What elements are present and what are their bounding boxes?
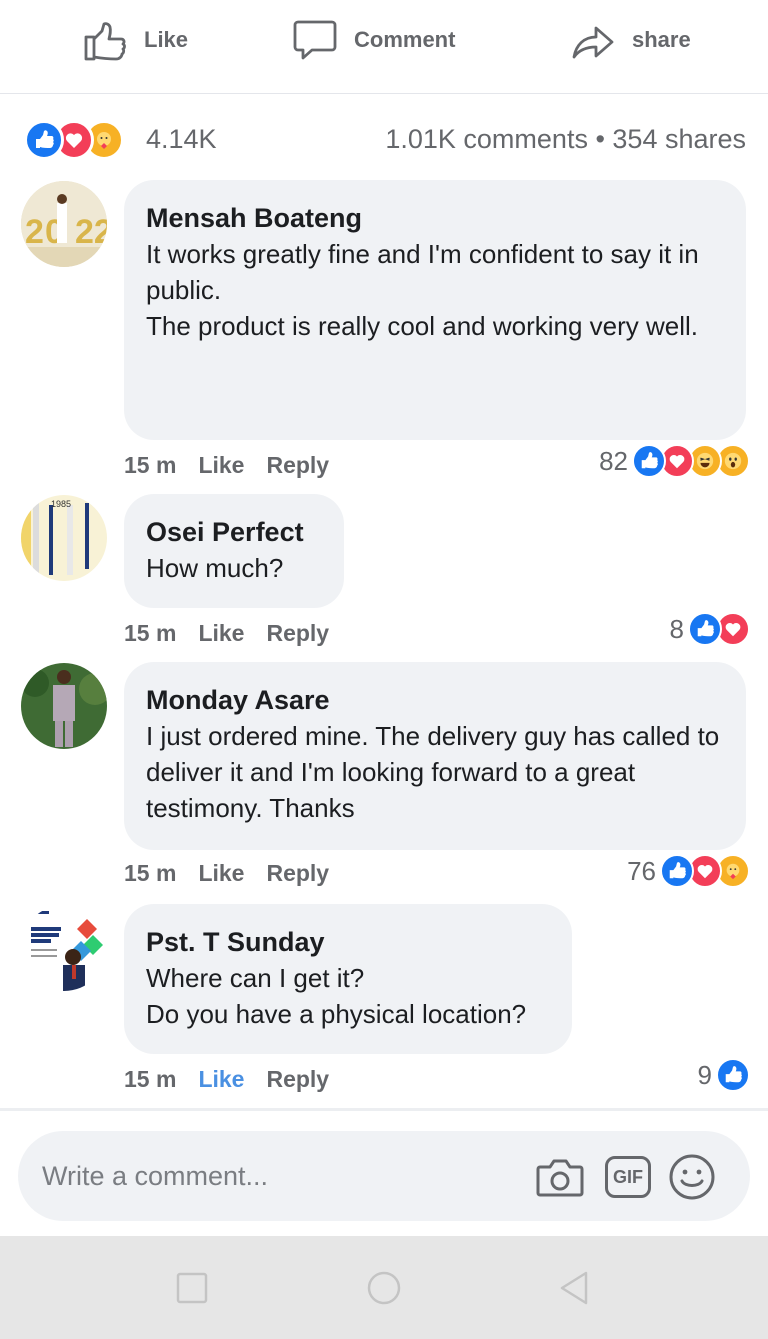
comment-author[interactable]: Osei Perfect: [146, 514, 322, 550]
comment-reactions[interactable]: 9: [698, 1058, 750, 1092]
comment-composer-bar: GIF: [0, 1108, 768, 1236]
share-arrow-icon: [572, 26, 614, 59]
comment-meta: 15 m Like Reply: [124, 620, 351, 647]
comment-reply-button[interactable]: Reply: [266, 860, 329, 887]
back-icon[interactable]: [556, 1270, 592, 1306]
comment-author[interactable]: Mensah Boateng: [146, 200, 724, 236]
comment-like-button[interactable]: Like: [198, 620, 244, 647]
comment-like-button-active[interactable]: Like: [198, 1066, 244, 1093]
comment-reply-button[interactable]: Reply: [266, 1066, 329, 1093]
comment-time: 15 m: [124, 860, 177, 886]
avatar[interactable]: 2 0 22: [21, 181, 107, 267]
comment-meta: 15 m Like Reply: [124, 1066, 351, 1093]
avatar[interactable]: 1985: [21, 495, 107, 581]
comment-time: 15 m: [124, 1066, 177, 1092]
like-icon: [688, 612, 722, 646]
comment-time: 15 m: [124, 620, 177, 646]
comment-reactions[interactable]: 76: [627, 854, 750, 888]
post-stats: 4.14K 1.01K comments • 354 shares: [0, 112, 768, 168]
svg-text:2: 2: [25, 213, 44, 251]
home-icon[interactable]: [366, 1270, 402, 1306]
comment-like-button[interactable]: Like: [198, 860, 244, 887]
comment-reply-button[interactable]: Reply: [266, 620, 329, 647]
gif-label: GIF: [605, 1156, 651, 1198]
comment-text: How much?: [146, 553, 284, 583]
comment-composer: GIF: [18, 1131, 750, 1221]
comment-bubble[interactable]: Mensah Boateng It works greatly fine and…: [124, 180, 746, 440]
comment-button[interactable]: Comment: [292, 16, 455, 64]
like-icon: [632, 444, 666, 478]
svg-text:1985: 1985: [51, 499, 71, 509]
comment-text: Where can I get it? Do you have a physic…: [146, 963, 527, 1029]
comment-reply-button[interactable]: Reply: [266, 452, 329, 479]
comments-shares-count[interactable]: 1.01K comments • 354 shares: [385, 124, 746, 155]
like-icon: [716, 1058, 750, 1092]
share-button[interactable]: share: [570, 16, 691, 64]
comment-input[interactable]: [42, 1149, 502, 1203]
avatar[interactable]: [21, 663, 107, 749]
comment-reactions[interactable]: 8: [670, 612, 750, 646]
comment-meta: 15 m Like Reply: [124, 860, 351, 887]
comment-reactions[interactable]: 82: [599, 444, 750, 478]
thumbs-up-icon: [84, 22, 126, 61]
reaction-count[interactable]: 4.14K: [146, 124, 217, 155]
speech-bubble-icon: [293, 20, 337, 60]
like-button[interactable]: Like: [82, 16, 188, 64]
comment-bubble[interactable]: Pst. T Sunday Where can I get it? Do you…: [124, 904, 572, 1054]
system-nav-bar: [0, 1236, 768, 1339]
avatar[interactable]: [21, 905, 107, 991]
comment-author[interactable]: Monday Asare: [146, 682, 724, 718]
comment-text: I just ordered mine. The delivery guy ha…: [146, 721, 727, 823]
recent-apps-icon[interactable]: [174, 1270, 210, 1306]
reaction-summary[interactable]: [24, 120, 124, 160]
camera-icon[interactable]: [534, 1151, 586, 1203]
like-reaction-icon: [24, 120, 64, 160]
emoji-icon[interactable]: [666, 1151, 718, 1203]
comment-bubble[interactable]: Monday Asare I just ordered mine. The de…: [124, 662, 746, 850]
gif-icon[interactable]: GIF: [602, 1151, 654, 1203]
comment-bubble[interactable]: Osei Perfect How much?: [124, 494, 344, 608]
comment-author[interactable]: Pst. T Sunday: [146, 924, 550, 960]
comment-meta: 15 m Like Reply: [124, 452, 351, 479]
comment-time: 15 m: [124, 452, 177, 478]
like-icon: [660, 854, 694, 888]
post-action-bar: Like Comment share: [0, 0, 768, 94]
comment-text: It works greatly fine and I'm confident …: [146, 239, 699, 341]
comment-like-button[interactable]: Like: [198, 452, 244, 479]
svg-text:22: 22: [75, 213, 107, 251]
